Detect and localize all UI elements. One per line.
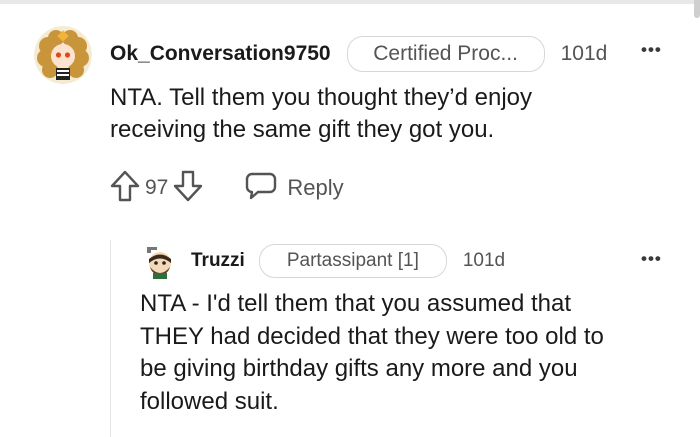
- downvote-icon[interactable]: [172, 169, 204, 208]
- comment-actions: 97 Reply: [109, 170, 344, 206]
- comment-body-line: be giving birthday gifts any more and yo…: [140, 355, 578, 382]
- username[interactable]: Truzzi: [191, 250, 245, 272]
- comment-meta: Truzzi Partassipant [1] 101d: [191, 244, 505, 278]
- timestamp[interactable]: 101d: [463, 250, 505, 272]
- comment-body-line: NTA. Tell them you thought they’d enjoy: [110, 84, 533, 111]
- comment-body: NTA - I'd tell them that you assumed tha…: [140, 288, 604, 418]
- reply-label: Reply: [287, 175, 344, 200]
- comment-meta: Ok_Conversation9750 Certified Proc... 10…: [110, 36, 608, 72]
- more-options-icon[interactable]: •••: [641, 40, 662, 60]
- more-options-icon[interactable]: •••: [641, 249, 662, 269]
- snoo-avatar-curly-hair-icon: [34, 26, 92, 84]
- comment-body-line: NTA - I'd tell them that you assumed tha…: [140, 290, 572, 317]
- thread-line[interactable]: [110, 240, 111, 437]
- user-avatar[interactable]: [34, 26, 92, 84]
- snoo-avatar-bearded-icon: [141, 241, 179, 279]
- user-flair[interactable]: Partassipant [1]: [258, 244, 447, 278]
- username[interactable]: Ok_Conversation9750: [110, 42, 331, 66]
- user-avatar[interactable]: [141, 241, 179, 279]
- vote-count: 97: [145, 176, 169, 199]
- comment-body-line: THEY had decided that they were too old …: [140, 322, 604, 350]
- user-flair[interactable]: Certified Proc...: [346, 36, 545, 72]
- timestamp[interactable]: 101d: [561, 42, 608, 66]
- comment-body-line: receiving the same gift they got you.: [110, 116, 495, 143]
- reply-button[interactable]: Reply: [244, 171, 344, 206]
- top-divider: [0, 0, 700, 4]
- upvote-icon[interactable]: [109, 169, 141, 208]
- scrollbar-thumb[interactable]: [694, 0, 700, 18]
- comment-body: NTA. Tell them you thought they’d enjoy …: [110, 82, 532, 146]
- chat-bubble-icon: [244, 171, 278, 206]
- comment-body-line: followed suit.: [140, 387, 279, 415]
